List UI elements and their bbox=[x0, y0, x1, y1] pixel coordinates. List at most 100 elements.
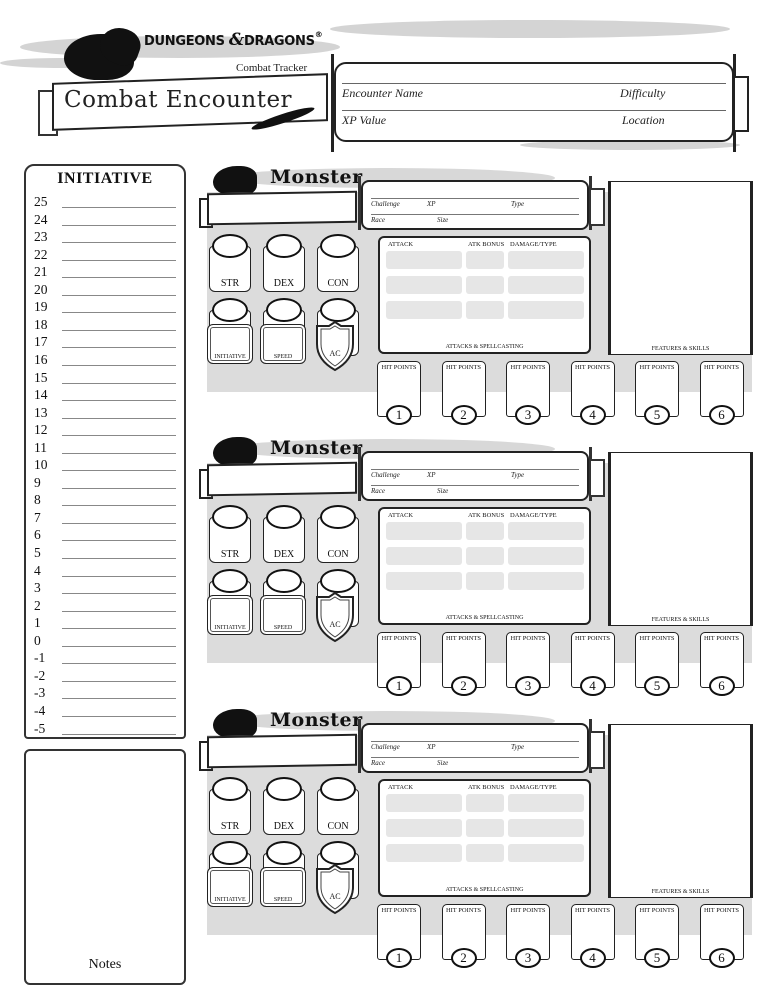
attack-bonus-cell[interactable] bbox=[466, 301, 504, 319]
hit-points-box[interactable]: HIT POINTS 2 bbox=[440, 632, 488, 698]
ability-dex[interactable]: DEX bbox=[261, 777, 307, 835]
initiative-row[interactable]: -4 bbox=[34, 701, 184, 718]
ability-modifier-oval[interactable] bbox=[212, 569, 248, 593]
hit-points-box[interactable]: HIT POINTS 3 bbox=[504, 904, 552, 970]
attack-bonus-cell[interactable] bbox=[466, 844, 504, 862]
ability-con[interactable]: CON bbox=[315, 234, 361, 292]
ability-modifier-oval[interactable] bbox=[212, 505, 248, 529]
initiative-row[interactable]: 3 bbox=[34, 578, 184, 595]
initiative-entry-line[interactable] bbox=[62, 277, 176, 279]
initiative-row[interactable]: 13 bbox=[34, 403, 184, 420]
challenge-field[interactable]: Challenge bbox=[371, 471, 400, 479]
ability-dex[interactable]: DEX bbox=[261, 505, 307, 563]
initiative-row[interactable]: 10 bbox=[34, 455, 184, 472]
xp-field[interactable]: XP bbox=[427, 471, 436, 479]
attack-bonus-cell[interactable] bbox=[466, 522, 504, 540]
challenge-field[interactable]: Challenge bbox=[371, 743, 400, 751]
armor-class-shield[interactable]: AC bbox=[313, 320, 357, 372]
initiative-row[interactable]: 8 bbox=[34, 490, 184, 507]
ability-modifier-oval[interactable] bbox=[320, 298, 356, 322]
initiative-entry-line[interactable] bbox=[62, 610, 176, 612]
notes-panel[interactable]: Notes bbox=[24, 749, 186, 985]
hit-points-box[interactable]: HIT POINTS 4 bbox=[569, 632, 617, 698]
type-field[interactable]: Type bbox=[511, 200, 524, 208]
damage-type-cell[interactable] bbox=[508, 522, 584, 540]
ability-str[interactable]: STR bbox=[207, 777, 253, 835]
initiative-row[interactable]: 17 bbox=[34, 332, 184, 349]
attack-name-cell[interactable] bbox=[386, 572, 462, 590]
damage-type-cell[interactable] bbox=[508, 819, 584, 837]
hit-points-box[interactable]: HIT POINTS 4 bbox=[569, 904, 617, 970]
hit-points-box[interactable]: HIT POINTS 3 bbox=[504, 361, 552, 427]
damage-type-cell[interactable] bbox=[508, 276, 584, 294]
attack-name-cell[interactable] bbox=[386, 819, 462, 837]
ability-con[interactable]: CON bbox=[315, 505, 361, 563]
initiative-entry-line[interactable] bbox=[62, 347, 176, 349]
initiative-box[interactable]: INITIATIVE bbox=[207, 595, 253, 635]
damage-type-cell[interactable] bbox=[508, 301, 584, 319]
initiative-entry-line[interactable] bbox=[62, 558, 176, 559]
initiative-entry-line[interactable] bbox=[62, 505, 176, 507]
initiative-entry-line[interactable] bbox=[62, 733, 176, 735]
initiative-box[interactable]: INITIATIVE bbox=[207, 324, 253, 364]
initiative-row[interactable]: 7 bbox=[34, 508, 184, 525]
initiative-entry-line[interactable] bbox=[62, 364, 176, 366]
ability-str[interactable]: STR bbox=[207, 505, 253, 563]
attack-bonus-cell[interactable] bbox=[466, 819, 504, 837]
initiative-row[interactable]: 25 bbox=[34, 192, 184, 209]
xp-field[interactable]: XP bbox=[427, 200, 436, 208]
race-field[interactable]: Race bbox=[371, 759, 385, 767]
initiative-entry-line[interactable] bbox=[62, 207, 176, 208]
features-box[interactable]: FEATURES & SKILLS bbox=[608, 452, 753, 626]
speed-box[interactable]: SPEED bbox=[260, 324, 306, 364]
ability-modifier-oval[interactable] bbox=[266, 777, 302, 801]
hit-points-box[interactable]: HIT POINTS 1 bbox=[375, 632, 423, 698]
initiative-row[interactable]: -1 bbox=[34, 648, 184, 665]
initiative-entry-line[interactable] bbox=[62, 452, 176, 454]
attack-bonus-cell[interactable] bbox=[466, 251, 504, 269]
initiative-entry-line[interactable] bbox=[62, 522, 176, 524]
initiative-box[interactable]: INITIATIVE bbox=[207, 867, 253, 907]
damage-type-cell[interactable] bbox=[508, 794, 584, 812]
armor-class-shield[interactable]: AC bbox=[313, 863, 357, 915]
ability-modifier-oval[interactable] bbox=[266, 505, 302, 529]
size-field[interactable]: Size bbox=[437, 759, 448, 767]
initiative-entry-line[interactable] bbox=[62, 329, 176, 331]
attack-name-cell[interactable] bbox=[386, 276, 462, 294]
hit-points-box[interactable]: HIT POINTS 5 bbox=[633, 904, 681, 970]
attack-name-cell[interactable] bbox=[386, 794, 462, 812]
hit-points-box[interactable]: HIT POINTS 6 bbox=[698, 904, 746, 970]
ability-modifier-oval[interactable] bbox=[212, 234, 248, 258]
initiative-row[interactable]: 12 bbox=[34, 420, 184, 437]
initiative-entry-line[interactable] bbox=[62, 575, 176, 577]
initiative-row[interactable]: 23 bbox=[34, 227, 184, 244]
attack-name-cell[interactable] bbox=[386, 522, 462, 540]
initiative-entry-line[interactable] bbox=[62, 593, 176, 595]
ability-modifier-oval[interactable] bbox=[266, 841, 302, 865]
attack-name-cell[interactable] bbox=[386, 301, 462, 319]
ability-modifier-oval[interactable] bbox=[212, 841, 248, 865]
hit-points-box[interactable]: HIT POINTS 6 bbox=[698, 632, 746, 698]
attack-bonus-cell[interactable] bbox=[466, 276, 504, 294]
initiative-row[interactable]: 9 bbox=[34, 473, 184, 490]
initiative-entry-line[interactable] bbox=[62, 259, 176, 261]
initiative-row[interactable]: 15 bbox=[34, 368, 184, 385]
ability-modifier-oval[interactable] bbox=[212, 298, 248, 322]
attack-bonus-cell[interactable] bbox=[466, 572, 504, 590]
initiative-entry-line[interactable] bbox=[62, 470, 176, 472]
hit-points-box[interactable]: HIT POINTS 1 bbox=[375, 904, 423, 970]
initiative-row[interactable]: 20 bbox=[34, 280, 184, 297]
monster-name-banner[interactable] bbox=[207, 733, 357, 769]
monster-name-banner[interactable] bbox=[207, 190, 357, 226]
hit-points-box[interactable]: HIT POINTS 6 bbox=[698, 361, 746, 427]
initiative-entry-line[interactable] bbox=[62, 663, 176, 665]
monster-name-banner[interactable] bbox=[207, 461, 357, 497]
initiative-entry-line[interactable] bbox=[62, 698, 176, 700]
attack-bonus-cell[interactable] bbox=[466, 547, 504, 565]
hit-points-box[interactable]: HIT POINTS 2 bbox=[440, 904, 488, 970]
initiative-row[interactable]: -2 bbox=[34, 666, 184, 683]
initiative-row[interactable]: 24 bbox=[34, 210, 184, 227]
ability-str[interactable]: STR bbox=[207, 234, 253, 292]
encounter-name-field[interactable]: Encounter Name bbox=[342, 86, 423, 101]
size-field[interactable]: Size bbox=[437, 216, 448, 224]
